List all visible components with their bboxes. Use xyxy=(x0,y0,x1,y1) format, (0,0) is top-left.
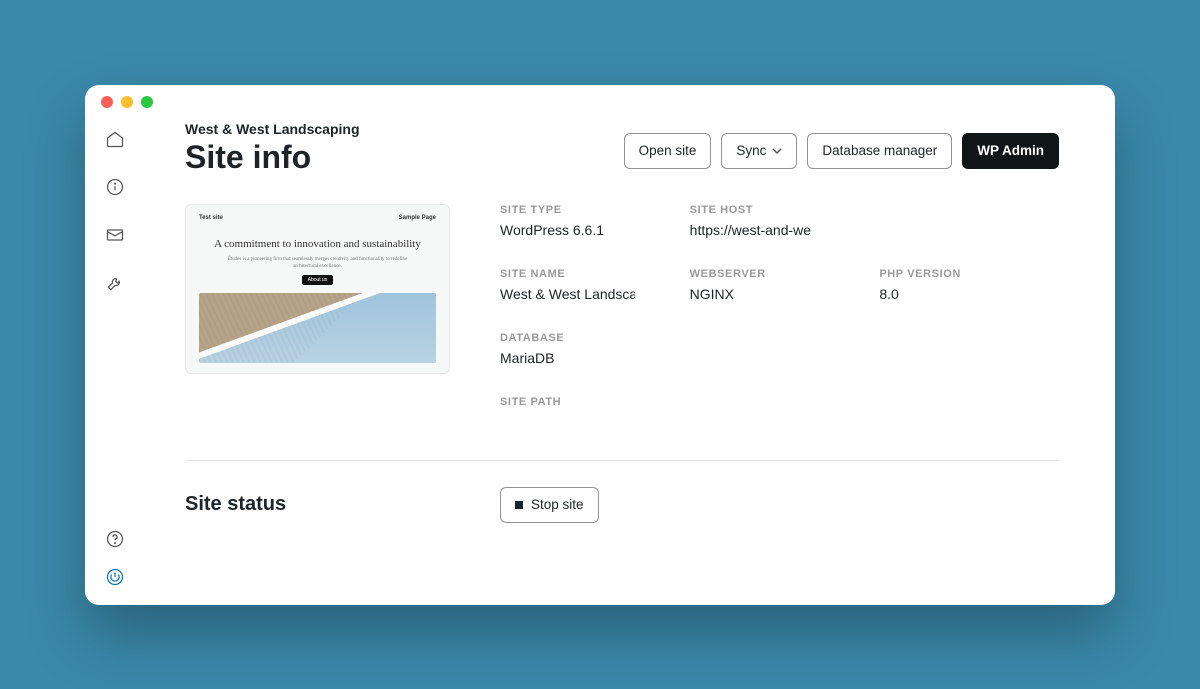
label-site-host: SITE HOST xyxy=(690,204,870,216)
preview-hero-subtitle: Études is a pioneering firm that seamles… xyxy=(199,256,436,270)
window-titlebar xyxy=(85,85,1115,119)
preview-hero-image xyxy=(199,293,436,363)
page-title: Site info xyxy=(185,139,360,176)
breadcrumb: West & West Landscaping xyxy=(185,121,360,137)
sync-label: Sync xyxy=(736,143,766,158)
help-icon[interactable] xyxy=(105,529,125,549)
value-database: MariaDB xyxy=(500,350,635,366)
value-site-name: West & West Landsca xyxy=(500,286,635,302)
home-icon[interactable] xyxy=(105,129,125,149)
value-site-host: https://west-and-we xyxy=(690,222,825,238)
action-bar: Open site Sync Database manager WP Admin xyxy=(624,133,1059,169)
app-window: West & West Landscaping Site info Open s… xyxy=(85,85,1115,605)
open-site-button[interactable]: Open site xyxy=(624,133,712,169)
tools-icon[interactable] xyxy=(105,273,125,293)
preview-site-name: Test site xyxy=(199,215,223,221)
section-divider xyxy=(185,460,1059,461)
value-webserver: NGINX xyxy=(690,286,825,302)
info-icon[interactable] xyxy=(105,177,125,197)
sidebar xyxy=(85,119,145,605)
database-manager-button[interactable]: Database manager xyxy=(807,133,952,169)
field-site-type: SITE TYPE WordPress 6.6.1 xyxy=(500,204,680,238)
value-php-version: 8.0 xyxy=(879,286,1014,302)
stop-site-label: Stop site xyxy=(531,497,584,512)
value-site-type: WordPress 6.6.1 xyxy=(500,222,635,238)
field-webserver: WEBSERVER NGINX xyxy=(690,268,870,302)
site-status-title: Site status xyxy=(185,493,286,516)
label-webserver: WEBSERVER xyxy=(690,268,870,280)
preview-hero-title: A commitment to innovation and sustainab… xyxy=(199,237,436,251)
stop-site-button[interactable]: Stop site xyxy=(500,487,599,523)
label-site-name: SITE NAME xyxy=(500,268,680,280)
field-site-path: SITE PATH xyxy=(500,396,1059,414)
preview-cta: About us xyxy=(302,275,334,285)
chevron-down-icon xyxy=(772,146,782,156)
field-site-host: SITE HOST https://west-and-we xyxy=(690,204,870,238)
field-database: DATABASE MariaDB xyxy=(500,332,680,366)
main-content: West & West Landscaping Site info Open s… xyxy=(145,119,1115,605)
label-database: DATABASE xyxy=(500,332,680,344)
label-site-type: SITE TYPE xyxy=(500,204,680,216)
label-php-version: PHP VERSION xyxy=(879,268,1059,280)
power-icon[interactable] xyxy=(105,567,125,587)
site-preview-thumbnail[interactable]: Test site Sample Page A commitment to in… xyxy=(185,204,450,374)
info-grid: SITE TYPE WordPress 6.6.1 SITE HOST http… xyxy=(500,204,1059,414)
mail-icon[interactable] xyxy=(105,225,125,245)
wp-admin-button[interactable]: WP Admin xyxy=(962,133,1059,169)
sync-button[interactable]: Sync xyxy=(721,133,797,169)
maximize-window-button[interactable] xyxy=(141,96,153,108)
minimize-window-button[interactable] xyxy=(121,96,133,108)
close-window-button[interactable] xyxy=(101,96,113,108)
label-site-path: SITE PATH xyxy=(500,396,1059,408)
field-site-name: SITE NAME West & West Landsca xyxy=(500,268,680,302)
preview-nav-item: Sample Page xyxy=(399,215,436,221)
stop-icon xyxy=(515,501,523,509)
field-php-version: PHP VERSION 8.0 xyxy=(879,268,1059,302)
